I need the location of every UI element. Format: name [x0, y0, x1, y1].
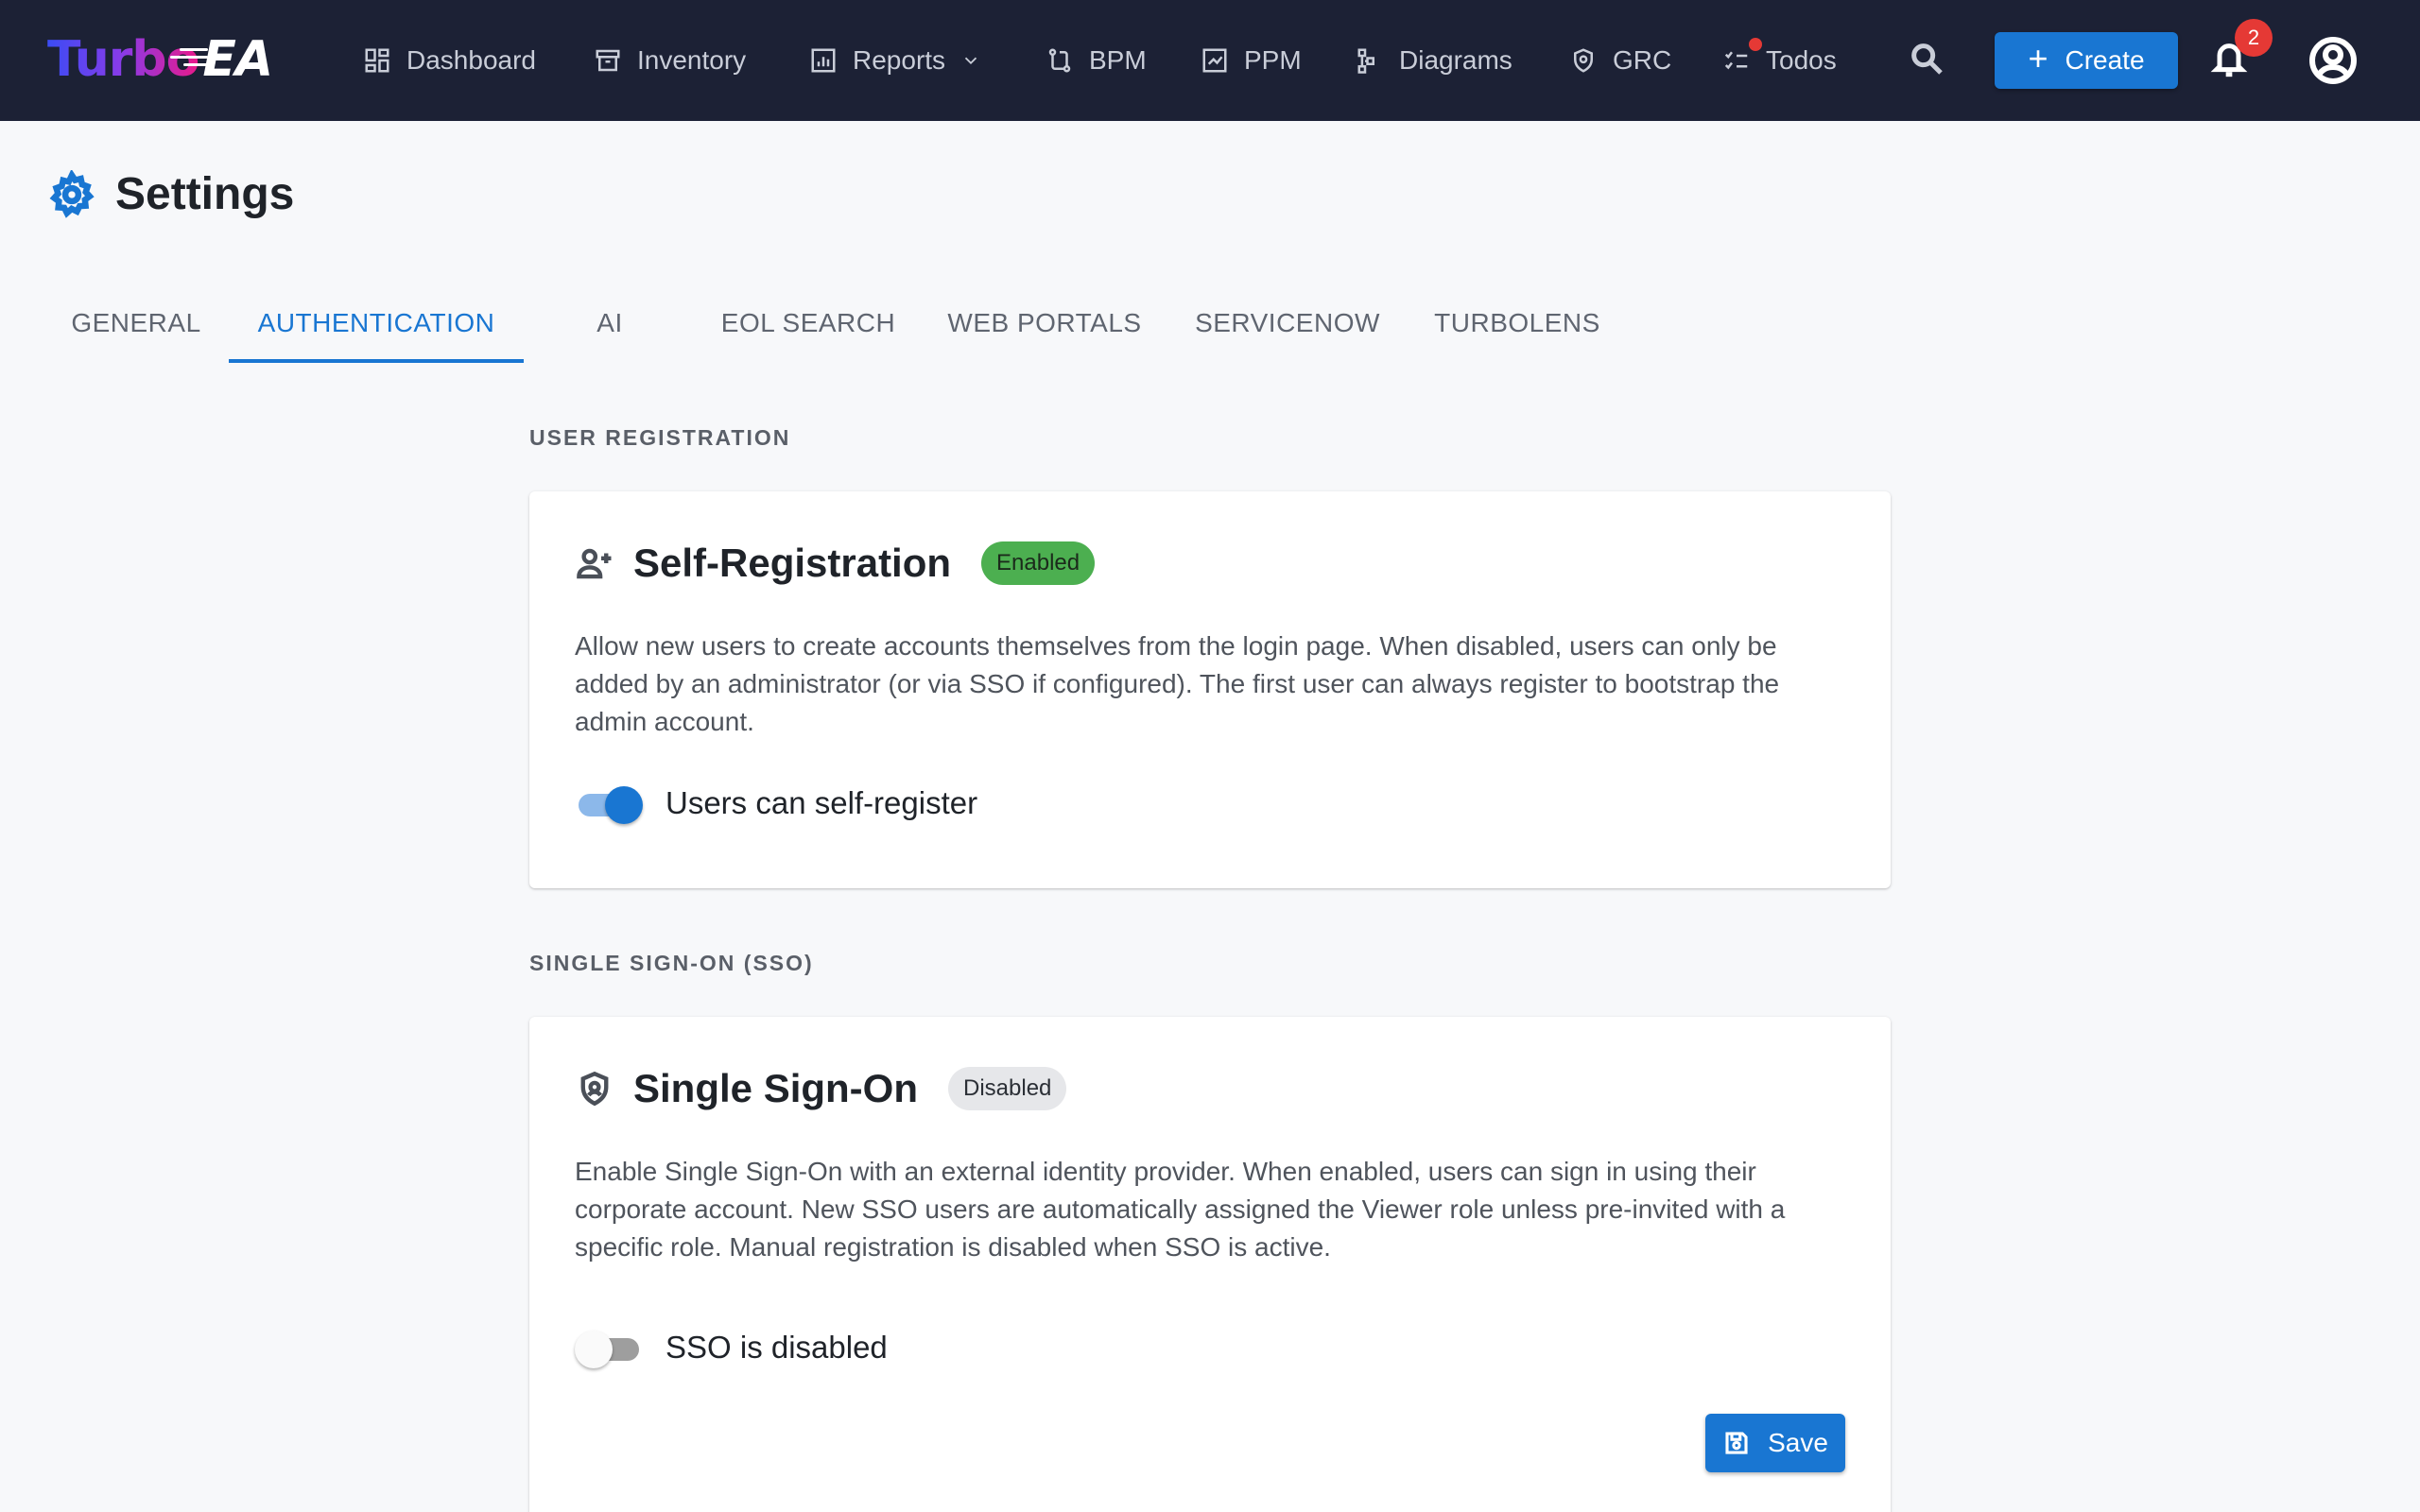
sso-switch[interactable] [575, 1327, 643, 1368]
tab-ai[interactable]: AI [567, 284, 652, 363]
card-header: Self-Registration Enabled [575, 541, 1096, 586]
top-nav-bar: Turbo EA Dashboard Inventory Reports BPM… [0, 0, 2420, 121]
card-title: Single Sign-On [633, 1066, 918, 1110]
save-button[interactable]: Save [1705, 1414, 1845, 1472]
nav-label: Diagrams [1399, 45, 1512, 75]
account-circle-icon [2309, 37, 2357, 84]
nav-dashboard[interactable]: Dashboard [363, 34, 536, 87]
tab-web-portals[interactable]: WEB PORTALS [942, 284, 1148, 363]
nav-label: BPM [1089, 45, 1147, 75]
nav-inventory[interactable]: Inventory [594, 34, 746, 87]
tab-eol-search[interactable]: EOL SEARCH [709, 284, 908, 363]
tab-general[interactable]: GENERAL [59, 284, 214, 363]
sso-toggle-row: SSO is disabled [575, 1327, 888, 1368]
notification-count-badge: 2 [2235, 19, 2273, 57]
nav-ppm[interactable]: PPM [1201, 34, 1302, 87]
nav-diagrams[interactable]: Diagrams [1356, 34, 1512, 87]
plus-icon: + [2028, 39, 2048, 77]
page-title: Settings [115, 169, 295, 219]
card-description: Enable Single Sign-On with an external i… [575, 1157, 1786, 1262]
nav-grc[interactable]: GRC [1569, 34, 1671, 87]
section-label-sso: SINGLE SIGN-ON (SSO) [529, 951, 814, 975]
ppm-icon [1202, 48, 1227, 73]
section-label-user-registration: USER REGISTRATION [529, 425, 791, 450]
save-button-label: Save [1768, 1428, 1828, 1457]
toggle-label: SSO is disabled [666, 1330, 888, 1365]
speed-lines-icon [170, 48, 209, 71]
bpm-icon [1048, 48, 1071, 73]
tab-servicenow[interactable]: SERVICENOW [1185, 284, 1390, 363]
shield-icon [580, 1071, 609, 1107]
nav-label: Dashboard [406, 45, 536, 75]
search-icon [1911, 43, 1943, 75]
dashboard-icon [365, 48, 389, 73]
todos-icon [1724, 51, 1748, 70]
inventory-icon [596, 49, 620, 72]
search-button[interactable] [1908, 40, 1949, 81]
nav-label: Todos [1766, 45, 1837, 75]
user-account-button[interactable] [2308, 36, 2358, 85]
self-register-toggle-row: Users can self-register [575, 782, 977, 824]
status-badge-disabled: Disabled [948, 1067, 1067, 1110]
chevron-down-icon [964, 57, 977, 65]
gear-icon [49, 169, 95, 218]
grc-icon [1574, 48, 1593, 73]
nav-bpm[interactable]: BPM [1046, 34, 1147, 87]
nav-label: Reports [853, 45, 946, 75]
sso-card: Single Sign-On Disabled Enable Single Si… [529, 1017, 1891, 1512]
tab-authentication[interactable]: AUTHENTICATION [229, 284, 524, 363]
card-description: Allow new users to create accounts thems… [575, 631, 1780, 736]
turboea-logo[interactable]: Turbo EA [47, 26, 273, 93]
nav-reports[interactable]: Reports [809, 34, 981, 87]
nav-label: GRC [1613, 45, 1672, 75]
nav-label: Inventory [637, 45, 747, 75]
card-title: Self-Registration [633, 541, 952, 585]
page-header: Settings [47, 168, 294, 220]
settings-tabs: GENERAL AUTHENTICATION AI EOL SEARCH WEB… [0, 284, 1664, 363]
create-button[interactable]: + Create [1995, 32, 2178, 89]
reports-icon [811, 48, 836, 73]
nav-todos[interactable]: Todos [1722, 34, 1837, 87]
create-button-label: Create [2065, 45, 2145, 75]
switch-thumb [575, 1331, 613, 1368]
card-header: Single Sign-On Disabled [575, 1066, 1067, 1111]
self-register-switch[interactable] [575, 782, 643, 824]
logo-ea-label: EA [202, 31, 273, 88]
tab-turbolens[interactable]: TURBOLENS [1426, 284, 1609, 363]
save-icon [1725, 1432, 1748, 1454]
todos-notification-dot [1749, 38, 1762, 51]
person-add-icon [577, 548, 612, 579]
status-badge-enabled: Enabled [981, 541, 1096, 585]
switch-thumb [605, 786, 643, 824]
logo-text-ea: EA [170, 31, 273, 88]
toggle-label: Users can self-register [666, 785, 978, 820]
self-registration-card: Self-Registration Enabled Allow new user… [529, 491, 1891, 888]
nav-label: PPM [1244, 45, 1302, 75]
diagrams-icon [1357, 48, 1374, 74]
